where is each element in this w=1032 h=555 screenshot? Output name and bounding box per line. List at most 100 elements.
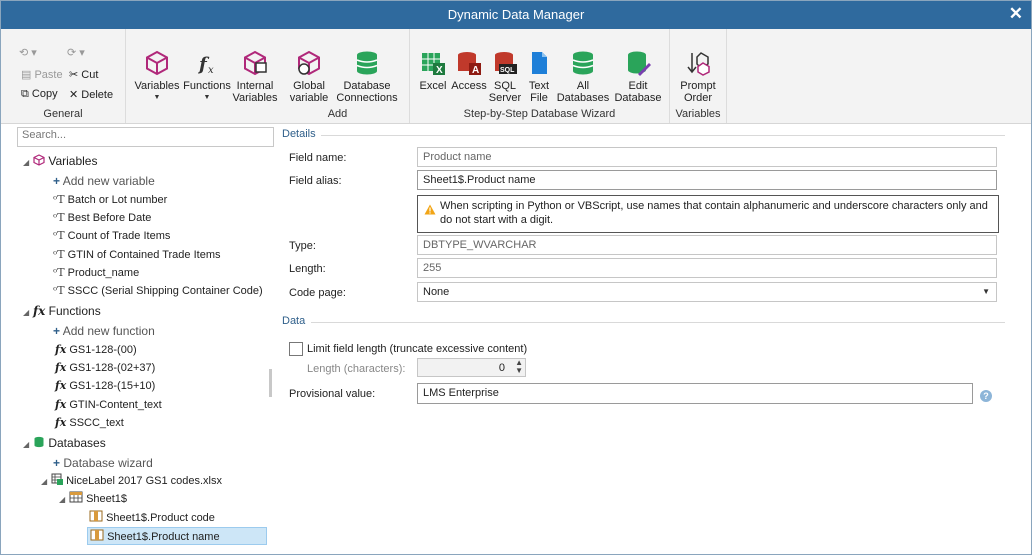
length-characters-stepper[interactable]: 0 ▲ ▼: [417, 358, 526, 377]
global-variable-label: Global variable: [289, 80, 329, 104]
provisional-value-label: Provisional value:: [289, 388, 376, 400]
tree-functions[interactable]: ◢ fx Functions: [23, 302, 101, 320]
cube-icon: [33, 154, 45, 166]
edit-database-label: Edit Database: [614, 80, 662, 104]
chevron-down-icon: ▼: [203, 94, 211, 101]
help-icon[interactable]: ?: [980, 390, 992, 402]
variable-item-label: Count of Trade Items: [67, 230, 171, 242]
variable-item[interactable]: ᵒT Best Before Date: [53, 209, 151, 227]
text-variable-icon: ᵒT: [53, 266, 65, 279]
tree-variables-label: Variables: [48, 154, 98, 168]
field-name-input[interactable]: Product name: [417, 147, 997, 167]
function-item[interactable]: fx SSCC_text: [55, 414, 124, 432]
tree-database-file[interactable]: ◢ NiceLabel 2017 GS1 codes.xlsx: [41, 472, 222, 490]
function-icon: fx: [197, 54, 214, 76]
prompt-order-button[interactable]: Prompt Order: [674, 49, 722, 104]
tree-field-selected[interactable]: Sheet1$.Product name: [87, 527, 267, 545]
code-page-select[interactable]: None ▼: [417, 282, 997, 302]
excel-button[interactable]: X Excel: [416, 49, 450, 92]
all-databases-button[interactable]: All Databases: [556, 49, 610, 104]
collapse-icon: ◢: [23, 440, 30, 449]
sql-server-button[interactable]: SQL SQL Server: [488, 49, 522, 104]
text-file-icon: [532, 52, 547, 74]
section-divider: [321, 135, 1005, 136]
section-divider: [311, 322, 1005, 323]
variable-item[interactable]: ᵒT SSCC (Serial Shipping Container Code): [53, 282, 263, 300]
add-new-variable[interactable]: + Add new variable: [53, 172, 155, 190]
data-section-title: Data: [282, 315, 306, 327]
function-icon: fx: [55, 343, 67, 356]
function-item[interactable]: fx GTIN-Content_text: [55, 396, 162, 414]
delete-icon: ✕: [69, 89, 79, 101]
group-variables-label: Variables: [675, 108, 721, 120]
ribbon: ⟲ ▾ ⟳ ▾ ▤ Paste ✂ Cut ⧉ Copy ✕ Delete Ge…: [1, 29, 1031, 124]
function-icon: fx: [55, 361, 67, 374]
prompt-order-icon: [687, 52, 710, 76]
delete-button[interactable]: ✕ Delete: [69, 88, 113, 101]
panel-splitter[interactable]: [269, 369, 272, 397]
database-connections-button[interactable]: Database Connections: [332, 49, 402, 104]
database-wizard[interactable]: + Database wizard: [53, 454, 153, 472]
tree-field[interactable]: Sheet1$.Product code: [89, 509, 267, 527]
tree-databases[interactable]: ◢ Databases: [23, 434, 106, 452]
cut-button[interactable]: ✂ Cut: [69, 68, 98, 81]
function-item[interactable]: fx GS1-128-(00): [55, 341, 137, 359]
variable-item[interactable]: ᵒT Count of Trade Items: [53, 227, 170, 245]
paste-icon: ▤: [21, 69, 32, 81]
field-alias-label: Field alias:: [289, 175, 342, 187]
function-item[interactable]: fx GS1-128-(02+37): [55, 359, 155, 377]
database-icon: [356, 51, 378, 75]
field-column-icon: [90, 529, 104, 541]
edit-database-button[interactable]: Edit Database: [612, 49, 664, 104]
text-file-label: Text File: [528, 80, 550, 104]
redo-button[interactable]: ⟳ ▾: [67, 46, 85, 59]
window-title: Dynamic Data Manager: [447, 7, 585, 22]
global-variable-button[interactable]: Global variable: [286, 49, 332, 104]
type-input[interactable]: DBTYPE_WVARCHAR: [417, 235, 997, 255]
plus-icon: +: [53, 456, 61, 470]
tree-variables[interactable]: ◢ Variables: [23, 152, 97, 170]
copy-label: Copy: [31, 88, 58, 100]
copy-button[interactable]: ⧉ Copy: [21, 88, 58, 101]
internal-variables-button[interactable]: Internal Variables: [230, 49, 280, 104]
collapse-icon: ◢: [23, 308, 30, 317]
text-file-button[interactable]: Text File: [524, 49, 554, 104]
tree-sheet[interactable]: ◢ Sheet1$: [59, 490, 127, 508]
variable-item[interactable]: ᵒT Product_name: [53, 264, 139, 282]
provisional-value-input[interactable]: LMS Enterprise: [417, 383, 973, 404]
paste-button[interactable]: ▤ Paste: [21, 68, 63, 81]
variable-item[interactable]: ᵒT Batch or Lot number: [53, 191, 167, 209]
prompt-order-label: Prompt Order: [680, 80, 716, 104]
tree-field-label: Sheet1$.Product code: [106, 512, 215, 524]
variable-item[interactable]: ᵒT GTIN of Contained Trade Items: [53, 246, 221, 264]
stepper-arrows-icon[interactable]: ▲ ▼: [515, 359, 523, 375]
type-label: Type:: [289, 240, 316, 252]
variables-button[interactable]: Variables ▼: [132, 49, 182, 104]
access-button[interactable]: A Access: [450, 49, 488, 92]
function-item[interactable]: fx GS1-128-(15+10): [55, 377, 155, 395]
functions-button[interactable]: fx Functions ▼: [182, 49, 232, 104]
excel-icon: X: [422, 53, 445, 76]
limit-length-label: Limit field length (truncate excessive c…: [307, 343, 528, 355]
search-input[interactable]: Search...: [17, 127, 274, 147]
text-variable-icon: ᵒT: [53, 211, 65, 224]
variable-item-label: Product_name: [67, 267, 140, 279]
field-alias-input[interactable]: Sheet1$.Product name: [417, 170, 997, 190]
title-bar: Dynamic Data Manager ✕: [1, 1, 1031, 29]
dynamic-data-manager-window: Dynamic Data Manager ✕ ⟲ ▾ ⟳ ▾ ▤ Paste ✂…: [0, 0, 1032, 555]
database-connections-label: Database Connections: [336, 80, 398, 104]
group-add-label: Add: [327, 108, 348, 120]
chevron-down-icon: ▼: [153, 94, 161, 101]
tree-database-file-label: NiceLabel 2017 GS1 codes.xlsx: [66, 475, 222, 487]
length-input[interactable]: 255: [417, 258, 997, 278]
close-icon[interactable]: ✕: [1009, 4, 1023, 24]
collapse-icon: ◢: [41, 477, 48, 486]
text-variable-icon: ᵒT: [53, 248, 65, 261]
limit-length-checkbox[interactable]: [289, 342, 303, 356]
undo-button[interactable]: ⟲ ▾: [19, 46, 37, 59]
paste-label: Paste: [34, 69, 63, 81]
add-new-function[interactable]: + Add new function: [53, 322, 155, 340]
table-icon: [69, 491, 83, 503]
variable-item-label: GTIN of Contained Trade Items: [67, 249, 221, 261]
group-general: ⟲ ▾ ⟳ ▾ ▤ Paste ✂ Cut ⧉ Copy ✕ Delete Ge…: [1, 29, 126, 123]
